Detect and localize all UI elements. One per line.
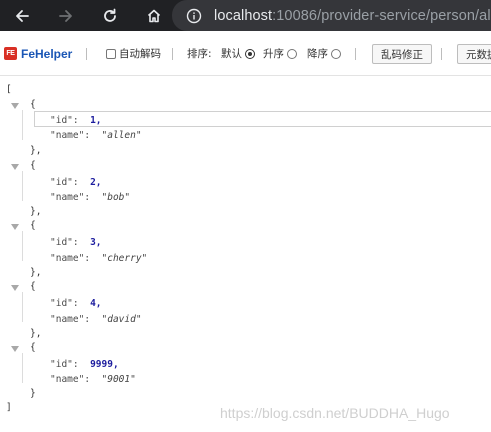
json-line: "name": "david": [50, 314, 142, 326]
metadata-button[interactable]: 元数据: [457, 44, 491, 64]
sort-desc-option[interactable]: 降序: [307, 31, 341, 76]
collapse-toggle-icon[interactable]: [11, 103, 19, 109]
json-key: "name":: [50, 130, 91, 141]
json-line: "id": 3,: [50, 237, 102, 249]
indent-guide: [22, 292, 23, 322]
toolbar-divider: [86, 48, 87, 60]
sort-desc-radio[interactable]: [331, 48, 341, 59]
browser-toolbar: localhost:10086/provider-service/person/…: [0, 0, 491, 31]
sort-default-radio[interactable]: [245, 48, 255, 59]
json-string-value: "9001": [101, 374, 136, 385]
sort-label: 排序:: [187, 48, 212, 60]
json-number-value: 9999,: [90, 359, 119, 370]
json-line: "id": 2,: [50, 177, 102, 189]
sort-asc-radio[interactable]: [287, 48, 297, 59]
array-open-bracket: [: [6, 84, 12, 95]
object-close-brace: },: [30, 145, 42, 156]
array-close-bracket: ]: [6, 402, 12, 413]
indent-guide: [22, 353, 23, 383]
object-open-brace: {: [30, 281, 36, 292]
object-close-brace: },: [30, 206, 42, 217]
json-line: "id": 9999,: [50, 359, 119, 371]
collapse-toggle-icon[interactable]: [11, 164, 19, 170]
indent-guide: [22, 171, 23, 201]
json-number-value: 2,: [90, 177, 102, 188]
object-close-brace: },: [30, 267, 42, 278]
object-open-brace: {: [30, 99, 36, 110]
toolbar-divider: [355, 48, 356, 60]
sort-desc-label: 降序: [307, 48, 328, 60]
json-string-value: "david": [101, 314, 142, 325]
json-key: "id":: [50, 177, 79, 188]
collapse-toggle-icon[interactable]: [11, 285, 19, 291]
json-key: "id":: [50, 237, 79, 248]
reload-button[interactable]: [88, 0, 132, 31]
json-line: "name": "allen": [50, 130, 142, 142]
toolbar-divider: [441, 48, 442, 60]
sort-default-label: 默认: [221, 48, 242, 60]
home-button[interactable]: [132, 0, 176, 31]
fix-garbled-button[interactable]: 乱码修正: [372, 44, 432, 64]
json-line: "name": "cherry": [50, 253, 147, 265]
collapse-toggle-icon[interactable]: [11, 224, 19, 230]
fehelper-logo-icon: FE: [4, 47, 17, 60]
back-button[interactable]: [0, 0, 44, 31]
sort-asc-label: 升序: [263, 48, 284, 60]
json-key: "name":: [50, 314, 91, 325]
auto-decode-label: 自动解码: [119, 48, 161, 60]
json-key: "name":: [50, 374, 91, 385]
info-icon[interactable]: [186, 8, 202, 24]
indent-guide: [22, 231, 23, 261]
auto-decode-option[interactable]: 自动解码: [106, 31, 161, 76]
collapse-toggle-icon[interactable]: [11, 346, 19, 352]
json-string-value: "bob": [101, 192, 131, 203]
sort-asc-option[interactable]: 升序: [263, 31, 297, 76]
json-line: "id": 4,: [50, 298, 102, 310]
fehelper-toolbar: FE FeHelper 自动解码 排序: 默认 升序 降序 乱码修正 元数据: [0, 31, 491, 76]
forward-arrow-icon: [59, 9, 72, 22]
url-text: localhost:10086/provider-service/person/…: [214, 8, 491, 24]
url-path: :10086/provider-service/person/all: [272, 7, 491, 24]
fehelper-brand: FE FeHelper: [4, 31, 72, 76]
object-open-brace: {: [30, 220, 36, 231]
auto-decode-checkbox[interactable]: [106, 48, 116, 59]
object-close-brace: },: [30, 328, 42, 339]
json-number-value: 4,: [90, 298, 102, 309]
back-arrow-icon: [16, 9, 29, 22]
reload-icon: [104, 8, 116, 22]
json-line: "name": "bob": [50, 192, 130, 204]
forward-button[interactable]: [44, 0, 88, 31]
json-string-value: "allen": [101, 130, 142, 141]
url-host: localhost: [214, 7, 273, 24]
object-open-brace: {: [30, 342, 36, 353]
selected-line-highlight: [34, 111, 491, 127]
json-key: "id":: [50, 298, 79, 309]
json-key: "id":: [50, 115, 79, 126]
indent-guide: [22, 110, 23, 140]
json-line: "name": "9001": [50, 374, 136, 386]
json-key: "name":: [50, 192, 91, 203]
object-close-brace: }: [30, 388, 36, 399]
address-bar[interactable]: localhost:10086/provider-service/person/…: [172, 0, 491, 31]
toolbar-divider: [172, 48, 173, 60]
json-number-value: 3,: [90, 237, 102, 248]
watermark-text: https://blog.csdn.net/BUDDHA_Hugo: [220, 405, 450, 421]
object-open-brace: {: [30, 160, 36, 171]
json-number-value: 1,: [90, 115, 102, 126]
sort-default-option[interactable]: 默认: [221, 31, 255, 76]
json-key: "name":: [50, 253, 91, 264]
json-string-value: "cherry": [101, 253, 148, 264]
json-key: "id":: [50, 359, 79, 370]
fehelper-title: FeHelper: [21, 46, 73, 61]
json-line: "id": 1,: [50, 115, 102, 127]
json-viewer: [ { "id": 1, "name": "allen" }, { "id": …: [0, 76, 491, 432]
home-icon: [147, 9, 161, 22]
